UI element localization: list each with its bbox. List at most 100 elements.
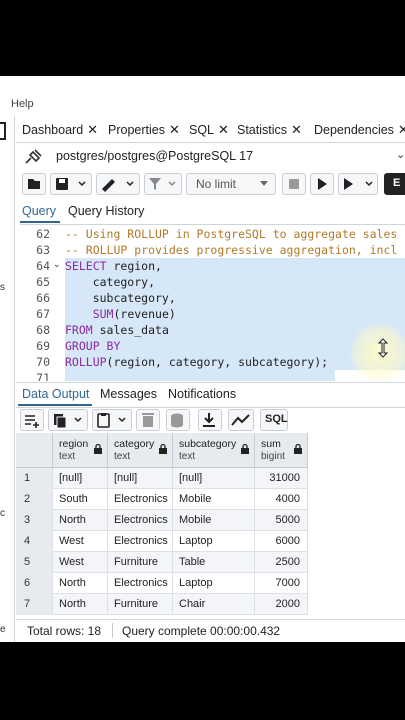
table-row[interactable]: 3 North Electronics Mobile 5000 xyxy=(16,510,308,531)
close-icon[interactable]: ✕ xyxy=(169,122,180,137)
cell-subcategory[interactable]: [null] xyxy=(173,468,255,489)
save-button[interactable] xyxy=(50,173,92,195)
cell-region[interactable]: North xyxy=(53,573,108,594)
tab-properties[interactable]: Properties ✕ xyxy=(108,118,180,142)
tab-query-history[interactable]: Query History xyxy=(68,204,144,218)
close-icon[interactable]: ✕ xyxy=(291,122,302,137)
table-row[interactable]: 2 South Electronics Mobile 4000 xyxy=(16,489,308,510)
table-row[interactable]: 4 West Electronics Laptop 6000 xyxy=(16,531,308,552)
cell-category[interactable]: Electronics xyxy=(108,510,173,531)
sql-editor[interactable]: 62 -- Using ROLLUP in PostgreSQL to aggr… xyxy=(20,226,405,381)
close-icon[interactable]: ✕ xyxy=(87,122,98,137)
graph-visualiser-button[interactable] xyxy=(228,409,254,431)
execute-button[interactable] xyxy=(310,173,334,195)
cell-sum[interactable]: 2000 xyxy=(255,594,308,615)
cell-region[interactable]: North xyxy=(53,594,108,615)
paste-button[interactable] xyxy=(92,409,132,431)
column-header-sum[interactable]: sum bigint xyxy=(255,433,308,467)
cell-sum[interactable]: 31000 xyxy=(255,468,308,489)
cell-sum[interactable]: 5000 xyxy=(255,510,308,531)
line-number: 66 xyxy=(36,291,50,305)
cell-category[interactable]: Furniture xyxy=(108,594,173,615)
limit-select[interactable]: No limit xyxy=(186,173,276,195)
add-row-button[interactable] xyxy=(20,409,44,431)
cell-subcategory[interactable]: Laptop xyxy=(173,573,255,594)
code-line: -- ROLLUP provides progressive aggregati… xyxy=(65,243,398,257)
line-number: 65 xyxy=(36,275,50,289)
row-number: 6 xyxy=(16,573,53,594)
column-header-region[interactable]: region text xyxy=(53,433,108,467)
total-rows-status: Total rows: 18 xyxy=(27,624,102,638)
copy-button[interactable] xyxy=(48,409,88,431)
connection-plug-icon[interactable] xyxy=(24,149,42,165)
tab-query[interactable]: Query xyxy=(22,204,56,218)
fold-chevron-icon[interactable]: ⌄ xyxy=(53,259,61,270)
cell-sum[interactable]: 6000 xyxy=(255,531,308,552)
edit-button[interactable] xyxy=(96,173,140,195)
cell-category[interactable]: [null] xyxy=(108,468,173,489)
cell-subcategory[interactable]: Table xyxy=(173,552,255,573)
column-header-category[interactable]: category text xyxy=(108,433,173,467)
save-data-button[interactable] xyxy=(166,409,190,431)
cell-category[interactable]: Electronics xyxy=(108,573,173,594)
stop-button[interactable] xyxy=(282,173,306,195)
tab-dependencies[interactable]: Dependencies ✕ xyxy=(314,118,405,142)
cell-category[interactable]: Electronics xyxy=(108,531,173,552)
tab-label: Dashboard xyxy=(22,123,84,137)
column-type: text xyxy=(179,451,196,462)
cell-subcategory[interactable]: Mobile xyxy=(173,510,255,531)
tab-data-output[interactable]: Data Output xyxy=(22,387,89,401)
cell-region[interactable]: West xyxy=(53,531,108,552)
cell-subcategory[interactable]: Chair xyxy=(173,594,255,615)
cell-category[interactable]: Electronics xyxy=(108,489,173,510)
line-number: 71 xyxy=(36,371,50,381)
cell-region[interactable]: [null] xyxy=(53,468,108,489)
database-save-icon xyxy=(171,413,183,428)
filter-button[interactable] xyxy=(144,173,182,195)
sql-view-button[interactable]: SQL xyxy=(260,409,288,431)
tab-messages[interactable]: Messages xyxy=(100,387,157,401)
cell-region[interactable]: North xyxy=(53,510,108,531)
tab-sql[interactable]: SQL ✕ xyxy=(189,118,229,142)
close-icon[interactable]: ✕ xyxy=(398,122,405,137)
cell-subcategory[interactable]: Laptop xyxy=(173,531,255,552)
delete-button[interactable] xyxy=(136,409,160,431)
cell-sum[interactable]: 2500 xyxy=(255,552,308,573)
menu-bar: Help xyxy=(0,76,405,116)
tab-dashboard[interactable]: Dashboard ✕ xyxy=(22,118,98,142)
play-icon xyxy=(318,178,327,190)
code-line: -- Using ROLLUP in PostgreSQL to aggrega… xyxy=(65,227,398,241)
tab-statistics[interactable]: Statistics ✕ xyxy=(237,118,302,142)
result-tabs: Data Output Messages Notifications xyxy=(16,382,405,408)
menu-help[interactable]: Help xyxy=(11,98,34,110)
close-icon[interactable]: ✕ xyxy=(218,122,229,137)
table-row[interactable]: 5 West Furniture Table 2500 xyxy=(16,552,308,573)
cell-region[interactable]: West xyxy=(53,552,108,573)
panel-edge-icon[interactable] xyxy=(0,122,6,140)
explain-button[interactable]: E xyxy=(384,173,405,195)
cell-sum[interactable]: 4000 xyxy=(255,489,308,510)
lock-icon xyxy=(241,444,249,454)
column-header-subcategory[interactable]: subcategory text xyxy=(173,433,255,467)
table-row[interactable]: 7 North Furniture Chair 2000 xyxy=(16,594,308,615)
column-name: sum xyxy=(261,438,281,450)
execute-options-button[interactable] xyxy=(338,173,378,195)
row-number: 5 xyxy=(16,552,53,573)
status-bar: Total rows: 18 Query complete 00:00:00.4… xyxy=(16,619,405,642)
table-row[interactable]: 1 [null] [null] [null] 31000 xyxy=(16,468,308,489)
active-tab-indicator xyxy=(18,404,92,406)
tab-label: Properties xyxy=(108,123,165,137)
cell-category[interactable]: Furniture xyxy=(108,552,173,573)
resize-cursor-icon xyxy=(377,338,389,358)
cell-region[interactable]: South xyxy=(53,489,108,510)
row-number: 2 xyxy=(16,489,53,510)
chevron-down-icon[interactable]: ⌄ xyxy=(396,148,405,161)
code-line: FROM sales_data xyxy=(65,323,169,337)
table-row[interactable]: 6 North Electronics Laptop 7000 xyxy=(16,573,308,594)
cell-sum[interactable]: 7000 xyxy=(255,573,308,594)
connection-row[interactable]: postgres/postgres@PostgreSQL 17 ⌄ xyxy=(20,144,405,170)
download-button[interactable] xyxy=(198,409,222,431)
cell-subcategory[interactable]: Mobile xyxy=(173,489,255,510)
open-file-button[interactable] xyxy=(22,173,46,195)
tab-notifications[interactable]: Notifications xyxy=(168,387,236,401)
